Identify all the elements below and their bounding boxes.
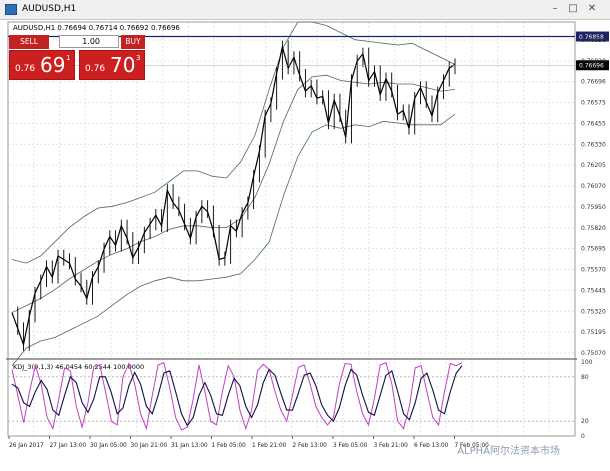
window-titlebar: AUDUSD,H1 – □ ✕	[0, 0, 610, 20]
time-tick-label: 27 Jan 13:00	[50, 443, 87, 449]
chart-header: AUDUSD,H1 0.76694 0.76714 0.76692 0.7669…	[13, 24, 180, 32]
window-title: AUDUSD,H1	[22, 4, 77, 14]
buy-price-small: 0.76	[85, 64, 106, 74]
price-chart[interactable]: AUDUSD,H1 0.76694 0.76714 0.76692 0.7669…	[0, 20, 610, 471]
indicator-label: KDJ_3(9,1,3) 46.0454 60.2544 100.0000	[13, 363, 144, 371]
time-tick-label: 2 Feb 13:00	[293, 443, 328, 449]
time-tick-label: 1 Feb 21:00	[252, 443, 287, 449]
sell-price-big: 69	[40, 53, 66, 77]
price-tick-label: 0.75695	[581, 246, 606, 253]
buy-price-big: 70	[110, 53, 136, 77]
sell-price-small: 0.76	[15, 64, 36, 74]
indicator-level-label: 0	[581, 433, 585, 440]
price-tick-label: 0.76205	[581, 162, 606, 169]
time-tick-label: 6 Feb 13:00	[414, 443, 449, 449]
time-tick-label: 1 Feb 05:00	[212, 443, 247, 449]
close-icon[interactable]: ✕	[585, 3, 599, 15]
time-tick-label: 3 Feb 21:00	[374, 443, 409, 449]
time-tick-label: 26 Jan 2017	[9, 443, 44, 449]
buy-price-sup: 3	[136, 54, 141, 62]
sell-button[interactable]: SELL	[9, 35, 49, 49]
sell-price-box[interactable]: 0.76 69 1	[9, 50, 75, 80]
indicator-level-label: 100	[581, 359, 593, 366]
price-tick-label: 0.76858	[581, 37, 606, 44]
buy-price-box[interactable]: 0.76 70 3	[79, 50, 145, 80]
one-click-trading-panel: SELL 1.00 BUY 0.76 69 1 0.76 70 3	[9, 35, 145, 80]
watermark: ALPHA阿尔法资本市场	[457, 444, 560, 457]
price-tick-label: 0.76070	[581, 183, 606, 190]
minimize-icon[interactable]: –	[548, 3, 562, 15]
price-tick-label: 0.76575	[581, 100, 606, 107]
price-tick-label: 0.75070	[581, 350, 606, 357]
price-tick-label: 0.76696	[581, 79, 606, 86]
price-tick-label: 0.76330	[581, 141, 606, 148]
time-tick-label: 30 Jan 21:00	[131, 443, 168, 449]
lot-size-input[interactable]: 1.00	[59, 35, 119, 48]
price-tick-label: 0.75950	[581, 204, 606, 211]
price-tick-label: 0.76455	[581, 120, 606, 127]
indicator-level-label: 80	[581, 374, 589, 381]
price-tick-label: 0.75195	[581, 329, 606, 336]
price-tick-label: 0.75820	[581, 225, 606, 232]
time-tick-label: 30 Jan 05:00	[90, 443, 127, 449]
price-tick-label: 0.75570	[581, 267, 606, 274]
chart-window-icon	[5, 4, 17, 15]
price-tick-label: 0.75320	[581, 308, 606, 315]
price-tick-label: 0.75445	[581, 287, 606, 294]
indicator-level-label: 20	[581, 418, 589, 425]
maximize-icon[interactable]: □	[566, 3, 580, 15]
sell-price-sup: 1	[66, 54, 71, 62]
time-tick-label: 31 Jan 13:00	[171, 443, 208, 449]
time-tick-label: 3 Feb 05:00	[333, 443, 368, 449]
buy-button[interactable]: BUY	[121, 35, 145, 49]
price-tick-label: 0.76820	[581, 58, 606, 65]
